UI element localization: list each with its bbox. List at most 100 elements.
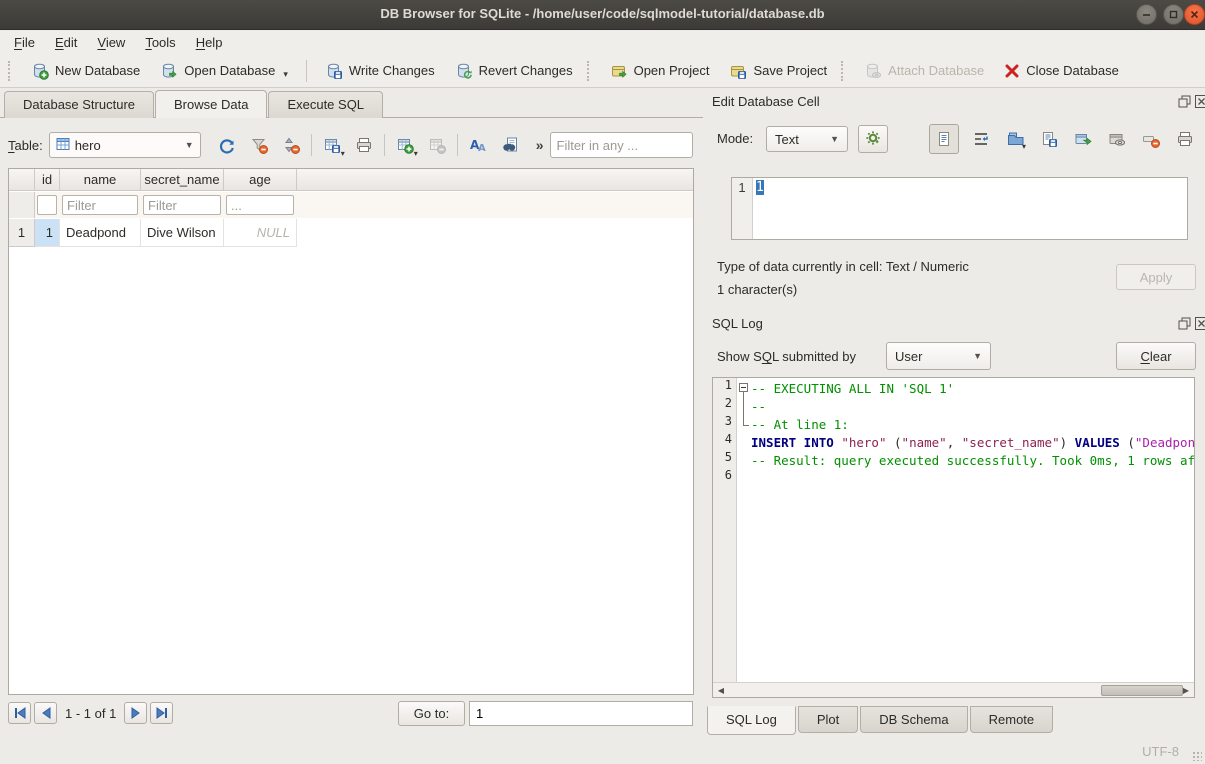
browse-toolbar: Table: hero ▼ ▾ ▾ AA »	[8, 130, 696, 160]
link-button[interactable]	[1105, 127, 1129, 151]
db-revert-icon	[455, 62, 473, 80]
log-line	[751, 470, 1194, 488]
open-project-button[interactable]: Open Project	[600, 57, 720, 85]
sort-clear-button[interactable]	[277, 132, 305, 158]
show-sql-select[interactable]: User ▼	[886, 342, 991, 370]
dropdown-arrow-icon[interactable]: ▾	[414, 149, 418, 158]
filter-row-gutter	[9, 192, 35, 218]
dock-tab-plot[interactable]: Plot	[798, 706, 858, 733]
goto-button[interactable]: Go to:	[398, 701, 465, 726]
filter-input-name[interactable]	[62, 195, 138, 215]
menu-item-help[interactable]: Help	[186, 33, 233, 52]
close-panel-icon[interactable]	[1195, 95, 1205, 108]
column-header-age[interactable]: age	[224, 169, 297, 191]
toolbar-button-label: Write Changes	[349, 63, 435, 78]
dropdown-arrow-icon[interactable]: ▾	[341, 149, 345, 158]
next-record-button[interactable]	[124, 702, 147, 724]
row-number[interactable]: 1	[9, 219, 35, 247]
menu-item-file[interactable]: File	[4, 33, 45, 52]
goto-input[interactable]	[469, 701, 693, 726]
minimize-button[interactable]	[1136, 4, 1157, 25]
cell-char-count: 1 character(s)	[717, 282, 797, 297]
filter-input-secret_name[interactable]	[143, 195, 221, 215]
record-new-button[interactable]: ▾	[391, 132, 419, 158]
new-database-button[interactable]: New Database	[21, 57, 150, 85]
filter-any-input[interactable]	[550, 132, 693, 158]
save-as-button[interactable]	[1037, 127, 1061, 151]
print-cell-button[interactable]	[1173, 127, 1197, 151]
tab-browse-data[interactable]: Browse Data	[155, 90, 267, 118]
clear-log-button[interactable]: Clear	[1116, 342, 1196, 370]
prev-record-icon	[40, 707, 52, 719]
export-cell-button[interactable]	[1071, 127, 1095, 151]
toolbar-button-label: Open Database	[184, 63, 275, 78]
resize-grip[interactable]	[1192, 751, 1202, 761]
import-button[interactable]: ▾	[1003, 127, 1027, 151]
scroll-left-icon[interactable]: ◀	[714, 684, 728, 697]
print-button[interactable]	[350, 132, 378, 158]
cell-age[interactable]: NULL	[224, 219, 297, 247]
close-database-button[interactable]: Close Database	[994, 58, 1129, 84]
db-attach-icon	[864, 62, 882, 80]
dock-tabstrip: SQL LogPlotDB SchemaRemote	[707, 706, 1053, 735]
find-button[interactable]	[496, 132, 524, 158]
format-button[interactable]: AA	[464, 132, 492, 158]
column-header-id[interactable]: id	[35, 169, 60, 191]
filter-input-id[interactable]	[37, 195, 57, 215]
menu-item-view[interactable]: View	[87, 33, 135, 52]
maximize-button[interactable]	[1163, 4, 1184, 25]
auto-apply-button[interactable]	[858, 125, 888, 153]
last-record-button[interactable]	[150, 702, 173, 724]
dropdown-arrow-icon[interactable]: ▾	[1022, 142, 1026, 151]
dock-tab-sql-log[interactable]: SQL Log	[707, 706, 796, 735]
record-new-icon	[396, 136, 414, 154]
filter-clear-button[interactable]	[245, 132, 273, 158]
attach-database-button[interactable]: Attach Database	[854, 57, 994, 85]
table-label: Table:	[8, 138, 43, 153]
menu-item-edit[interactable]: Edit	[45, 33, 87, 52]
tab-execute-sql[interactable]: Execute SQL	[268, 91, 383, 118]
toolbar-button-label: Revert Changes	[479, 63, 573, 78]
filter-input-age[interactable]	[226, 195, 294, 215]
cell-name[interactable]: Deadpond	[60, 219, 141, 247]
fold-marker-icon[interactable]	[739, 383, 748, 392]
revert-changes-button[interactable]: Revert Changes	[445, 57, 583, 85]
dock-tab-remote[interactable]: Remote	[970, 706, 1054, 733]
column-header-name[interactable]: name	[60, 169, 141, 191]
cell-id[interactable]: 1	[35, 219, 60, 247]
dropdown-arrow-icon[interactable]: ▾	[283, 69, 288, 80]
prev-record-button[interactable]	[34, 702, 57, 724]
save-project-button[interactable]: Save Project	[719, 57, 837, 85]
float-panel-icon[interactable]	[1178, 95, 1191, 108]
close-button[interactable]	[1184, 4, 1205, 25]
float-panel-icon[interactable]	[1178, 317, 1191, 330]
open-database-button[interactable]: Open Database ▾	[150, 57, 298, 85]
dock-tab-db-schema[interactable]: DB Schema	[860, 706, 967, 733]
write-changes-button[interactable]: Write Changes	[315, 57, 445, 85]
scrollbar-thumb[interactable]	[1101, 685, 1183, 696]
apply-button[interactable]: Apply	[1116, 264, 1196, 290]
word-wrap-button[interactable]	[969, 127, 993, 151]
table-export-button[interactable]: ▾	[318, 132, 346, 158]
text-mode-button[interactable]	[929, 124, 959, 154]
close-panel-icon[interactable]	[1195, 317, 1205, 330]
column-header-secret_name[interactable]: secret_name	[141, 169, 224, 191]
sql-log-hscrollbar[interactable]: ◀ ▶	[713, 682, 1194, 697]
toolbar-overflow-chevron[interactable]: »	[536, 137, 544, 153]
sql-log-line-numbers: 123456	[713, 378, 737, 682]
mode-select[interactable]: Text ▼	[766, 126, 848, 152]
edit-cell-title: Edit Database Cell	[712, 94, 820, 109]
table-select[interactable]: hero ▼	[49, 132, 201, 158]
tab-database-structure[interactable]: Database Structure	[4, 91, 154, 118]
set-null-button[interactable]	[1139, 127, 1163, 151]
cell-editor[interactable]: 1 1	[731, 177, 1188, 240]
cell-secret_name[interactable]: Dive Wilson	[141, 219, 224, 247]
menu-item-tools[interactable]: Tools	[135, 33, 185, 52]
sql-log-view[interactable]: 123456 -- EXECUTING ALL IN 'SQL 1'---- A…	[712, 377, 1195, 698]
toolbar-button-label: New Database	[55, 63, 140, 78]
refresh-button[interactable]	[213, 132, 241, 158]
db-new-icon	[31, 62, 49, 80]
first-record-button[interactable]	[8, 702, 31, 724]
encoding-indicator: UTF-8	[1142, 744, 1179, 759]
data-grid: idnamesecret_nameage 11DeadpondDive Wils…	[8, 168, 694, 695]
